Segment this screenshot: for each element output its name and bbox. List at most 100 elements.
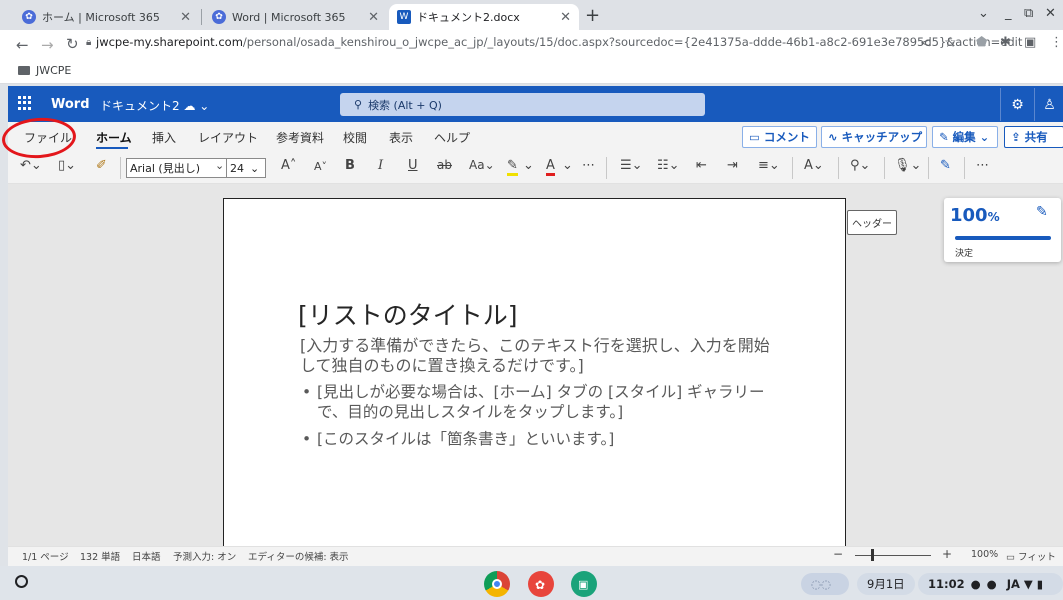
status-tray[interactable]: 11:02 ● ● JA ▼ ▮ — [918, 573, 1063, 595]
bullet-dot: • — [302, 383, 312, 401]
numbered-list-icon[interactable]: ☷⌄ — [657, 158, 680, 173]
editor-pen-icon[interactable]: ✎ — [1036, 204, 1048, 220]
zoom-progress-bar[interactable] — [955, 236, 1051, 240]
close-tab-icon[interactable]: ✕ — [180, 10, 191, 25]
holding-space[interactable]: ◌◌ — [801, 573, 849, 595]
styles-icon[interactable]: A⌄ — [804, 158, 824, 173]
close-tab-icon[interactable]: ✕ — [560, 10, 571, 25]
status-zoom[interactable]: 100% — [971, 549, 998, 560]
catchup-icon: ∿ — [828, 130, 838, 144]
bullet-list-icon[interactable]: ☰⌄ — [620, 158, 643, 173]
tab-help[interactable]: ヘルプ — [434, 129, 470, 146]
dictate-microphone-icon[interactable]: 🎙︎⌄ — [894, 158, 921, 173]
bookmark-label: JWCPE — [36, 64, 72, 77]
tab-search-chevron-icon[interactable]: ⌄ — [978, 6, 989, 21]
bold-icon[interactable]: B — [345, 158, 355, 173]
app-name[interactable]: Word — [51, 97, 90, 112]
chevron-down-icon[interactable]: ⌄ — [523, 158, 534, 173]
zoom-slider-thumb[interactable] — [871, 549, 874, 561]
change-case-icon[interactable]: Aa⌄ — [469, 158, 495, 172]
find-icon[interactable]: ⚲⌄ — [850, 158, 870, 173]
extension-icon[interactable]: ⬟ — [976, 35, 987, 50]
grow-font-icon[interactable]: A˄ — [281, 158, 296, 173]
tab-home[interactable]: ホーム — [96, 129, 132, 146]
url-field[interactable]: jwcpe-my.sharepoint.com/personal/osada_k… — [96, 35, 1022, 49]
more-options-icon[interactable]: ⋯ — [976, 158, 989, 173]
toolbar-divider — [606, 157, 607, 179]
more-font-options-icon[interactable]: ⋯ — [582, 158, 595, 173]
zoom-out-icon[interactable]: − — [833, 547, 843, 561]
edit-mode-button[interactable]: ✎ 編集 ⌄ — [932, 126, 998, 148]
status-words[interactable]: 132 単語 — [80, 549, 120, 563]
menu-icon[interactable]: ⋮ — [1050, 35, 1063, 50]
comment-button[interactable]: ▭ コメント — [742, 126, 817, 148]
zoom-slider-track[interactable] — [855, 555, 931, 556]
status-editor[interactable]: エディターの候補: 表示 — [248, 549, 349, 563]
tab-view[interactable]: 表示 — [389, 129, 413, 146]
app-launcher-icon[interactable] — [18, 96, 32, 110]
font-name-select[interactable]: Arial (見出し) — [126, 158, 228, 178]
lock-icon[interactable]: 🔒︎ — [86, 37, 91, 48]
forward-icon[interactable]: → — [41, 36, 54, 54]
puzzle-icon[interactable]: ✱ — [1000, 35, 1011, 50]
font-color-icon[interactable]: A — [546, 158, 555, 176]
status-predictive[interactable]: 予測入力: オン — [173, 549, 236, 563]
bookmark-jwcpe[interactable]: JWCPE — [18, 64, 71, 77]
format-painter-icon[interactable]: ✐ — [96, 158, 107, 173]
fit-button[interactable]: ▭ フィット — [1006, 549, 1056, 563]
editor-icon[interactable]: ✎ — [940, 158, 951, 173]
list-item-text: [このスタイルは「箇条書き」といいます。] — [317, 430, 615, 448]
side-panel-icon[interactable]: ▣ — [1024, 35, 1036, 50]
new-tab-icon[interactable]: + — [585, 5, 600, 26]
search-box[interactable]: ⚲ 検索 (Alt + Q) — [340, 93, 705, 116]
paste-icon[interactable]: ▯⌄ — [58, 158, 76, 173]
font-size-select[interactable]: 24 ⌄ — [226, 158, 266, 178]
toolbar-divider — [792, 157, 793, 179]
italic-icon[interactable]: I — [378, 158, 383, 173]
account-icon[interactable]: ♙ — [1034, 88, 1063, 121]
minimize-icon[interactable]: _ — [1005, 6, 1012, 21]
share-button[interactable]: ⇪ 共有 — [1004, 126, 1063, 148]
browser-tab-home[interactable]: ✿ ホーム | Microsoft 365 ✕ — [14, 4, 199, 30]
document-title[interactable]: [リストのタイトル] — [298, 296, 518, 332]
reload-icon[interactable]: ↻ — [66, 35, 79, 53]
decrease-indent-icon[interactable]: ⇤ — [696, 158, 707, 173]
shrink-font-icon[interactable]: A˅ — [314, 160, 327, 173]
tab-review[interactable]: 校閲 — [343, 129, 367, 146]
chevron-down-icon[interactable]: ⌄ — [562, 158, 573, 173]
comment-icon: ▭ — [749, 130, 760, 144]
share-icon[interactable]: < — [920, 36, 931, 51]
tab-references[interactable]: 参考資料 — [276, 129, 324, 146]
tab-insert[interactable]: 挿入 — [152, 129, 176, 146]
pencil-icon: ✎ — [939, 130, 949, 144]
document-paragraph[interactable]: [入力する準備ができたら、このテキスト行を選択し、入力を開始して独自のものに置き… — [300, 336, 770, 376]
launcher-icon[interactable] — [15, 575, 28, 588]
strikethrough-icon[interactable]: ab — [437, 158, 452, 172]
edit-label: 編集 — [952, 130, 976, 144]
back-icon[interactable]: ← — [16, 36, 29, 54]
restore-icon[interactable]: ⧉ — [1024, 6, 1033, 21]
tab-layout[interactable]: レイアウト — [198, 129, 258, 146]
undo-icon[interactable]: ↶⌄ — [20, 158, 42, 173]
zoom-in-icon[interactable]: + — [942, 547, 952, 561]
close-window-icon[interactable]: ✕ — [1045, 6, 1056, 21]
bookmark-star-icon[interactable]: ☆ — [944, 35, 957, 51]
underline-icon[interactable]: U — [408, 158, 418, 173]
list-item[interactable]: • [このスタイルは「箇条書き」といいます。] — [302, 429, 772, 449]
browser-tab-document[interactable]: W ドキュメント2.docx ✕ — [389, 4, 579, 30]
header-button[interactable]: ヘッダー — [847, 210, 897, 235]
date-tray[interactable]: 9月1日 — [857, 573, 915, 595]
align-icon[interactable]: ≡⌄ — [758, 158, 780, 173]
settings-gear-icon[interactable]: ⚙ — [1000, 88, 1034, 121]
catchup-button[interactable]: ∿ キャッチアップ — [821, 126, 927, 148]
document-name[interactable]: ドキュメント2 ☁︎ ⌄ — [100, 97, 209, 114]
highlight-icon[interactable]: ✎ — [507, 158, 518, 176]
browser-tab-word[interactable]: ✿ Word | Microsoft 365 ✕ — [204, 4, 387, 30]
close-tab-icon[interactable]: ✕ — [368, 10, 379, 25]
status-language[interactable]: 日本語 — [132, 549, 161, 563]
zoom-confirm[interactable]: 決定 — [955, 246, 973, 259]
toolbar-divider — [884, 157, 885, 179]
list-item[interactable]: • [見出しが必要な場合は、[ホーム] タブの [スタイル] ギャラリーで、目的… — [302, 382, 772, 422]
chevron-down-icon[interactable]: ⌄ — [215, 159, 224, 172]
increase-indent-icon[interactable]: ⇥ — [727, 158, 738, 173]
